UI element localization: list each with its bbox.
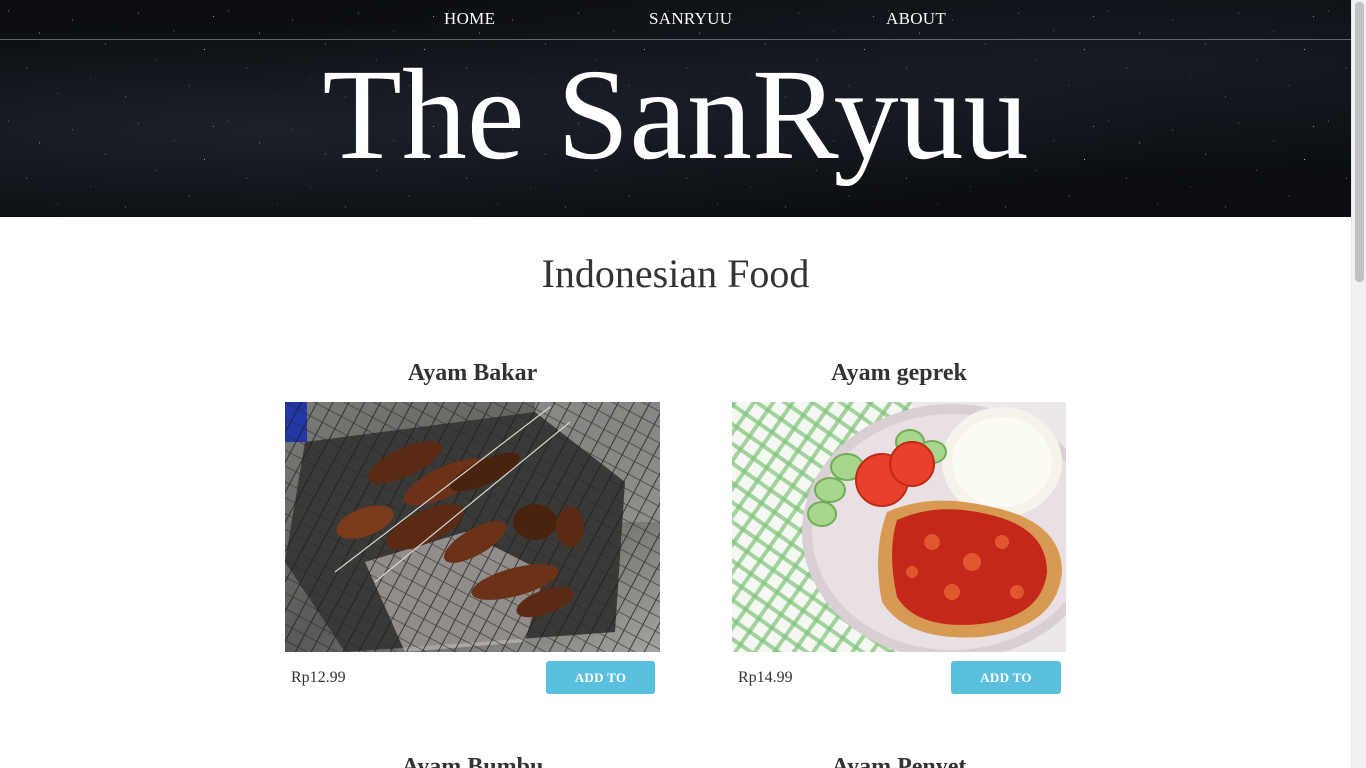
add-to-cart-button[interactable]: ADD TO CART — [546, 661, 655, 718]
grilled-chicken-skewers-photo — [285, 402, 660, 652]
top-navbar: HOME SANRYUU ABOUT — [0, 0, 1351, 40]
product-name: Ayam Bumbu — [401, 754, 544, 768]
product-image-ayam-geprek — [732, 402, 1066, 652]
nav-link-about[interactable]: ABOUT — [886, 9, 946, 29]
hero-banner: HOME SANRYUU ABOUT The SanRyuu — [0, 0, 1351, 217]
section-title: Indonesian Food — [541, 251, 810, 296]
product-image-ayam-bakar — [285, 402, 660, 652]
site-title: The SanRyuu — [322, 43, 1029, 187]
product-price: Rp14.99 — [738, 669, 793, 686]
product-name: Ayam geprek — [831, 360, 967, 386]
page: HOME SANRYUU ABOUT The SanRyuu Indonesia… — [0, 0, 1351, 768]
add-to-cart-button[interactable]: ADD TO CART — [951, 661, 1061, 718]
fried-chicken-sambal-rice-photo — [732, 402, 1066, 652]
nav-link-home[interactable]: HOME — [444, 9, 495, 29]
vertical-scrollbar[interactable] — [1351, 0, 1366, 768]
scrollbar-thumb[interactable] — [1355, 2, 1364, 282]
nav-link-sanryuu[interactable]: SANRYUU — [649, 9, 732, 29]
product-price: Rp12.99 — [291, 669, 346, 686]
product-name: Ayam Bakar — [407, 360, 538, 386]
product-name: Ayam Penyet — [831, 754, 967, 768]
